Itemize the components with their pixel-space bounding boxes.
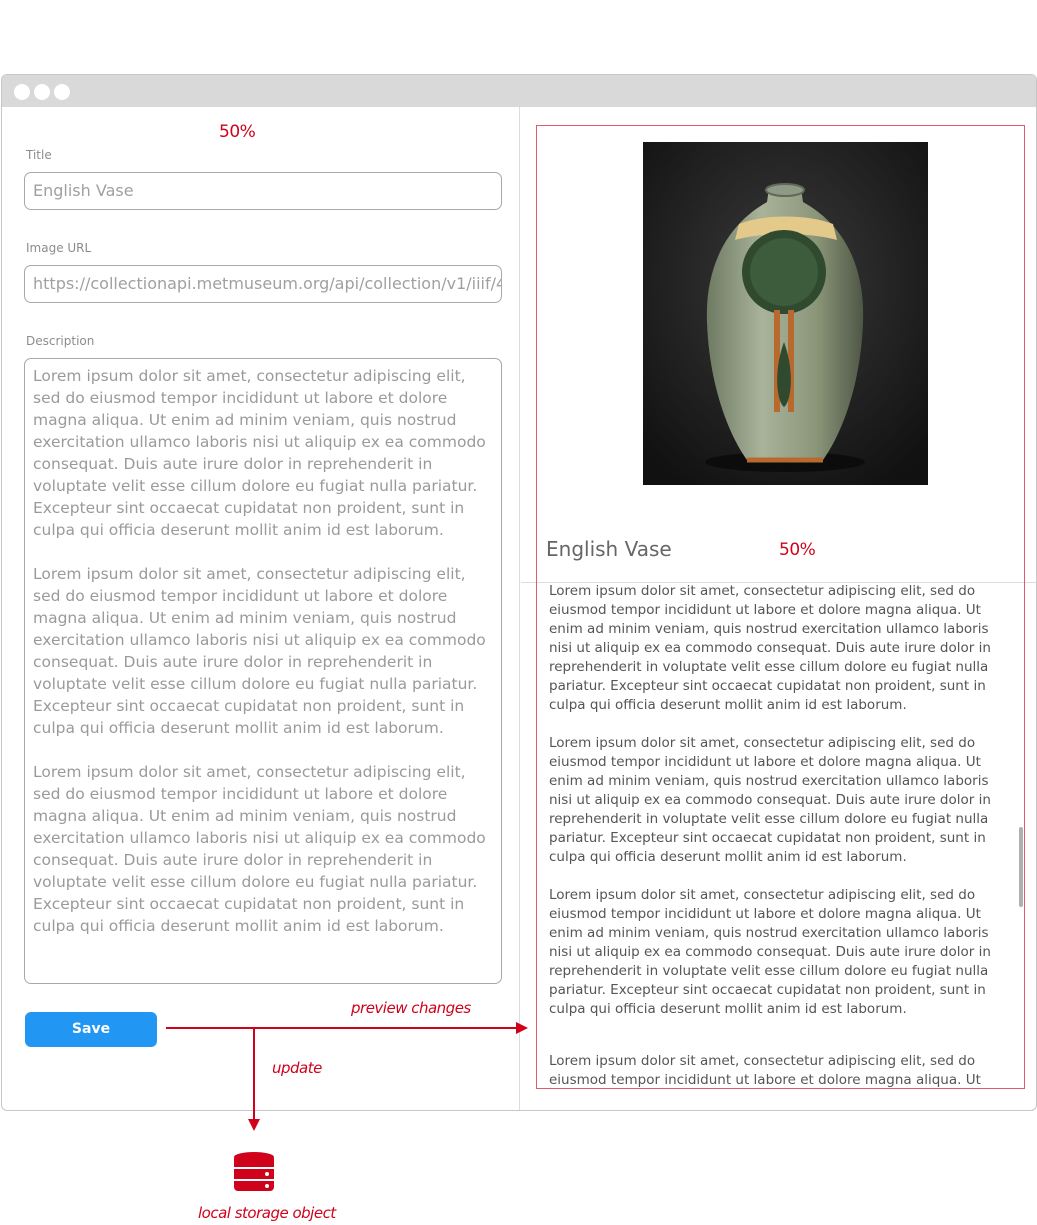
- update-arrow-head: [248, 1119, 260, 1131]
- update-annotation: update: [272, 1059, 322, 1077]
- flow-arrows: [166, 1022, 528, 1131]
- preview-arrow-head: [516, 1022, 528, 1034]
- storage-annotation: local storage object: [198, 1204, 336, 1222]
- database-icon: [234, 1152, 274, 1191]
- preview-changes-annotation: preview changes: [351, 999, 471, 1017]
